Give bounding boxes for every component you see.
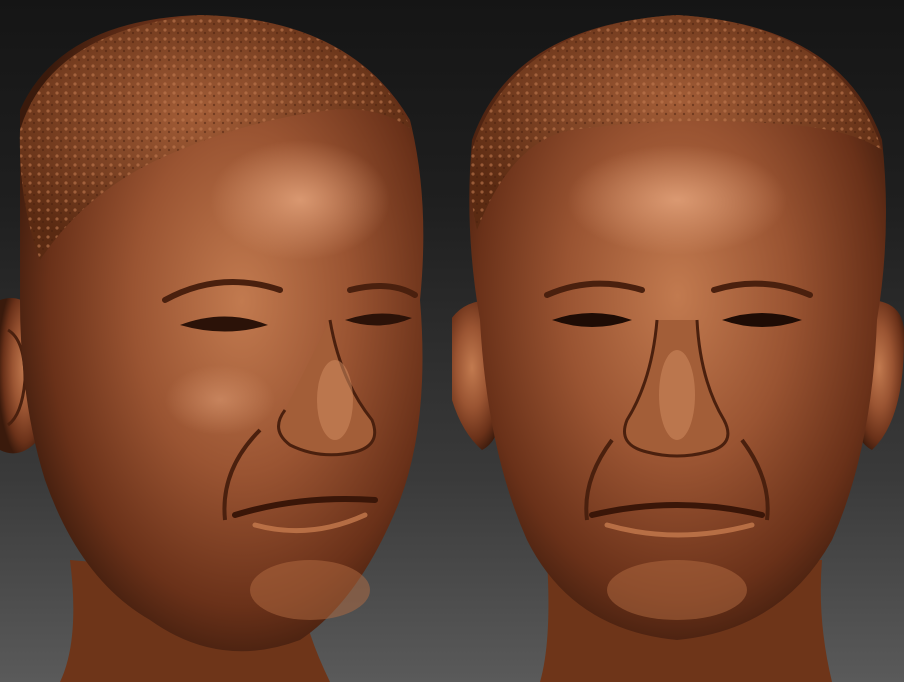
head-front-render	[452, 15, 904, 682]
head-sculpt-front	[452, 0, 904, 682]
render-viewport	[0, 0, 904, 682]
head-sculpt-three-quarter	[0, 0, 452, 682]
head-three-quarter-render	[0, 15, 424, 682]
